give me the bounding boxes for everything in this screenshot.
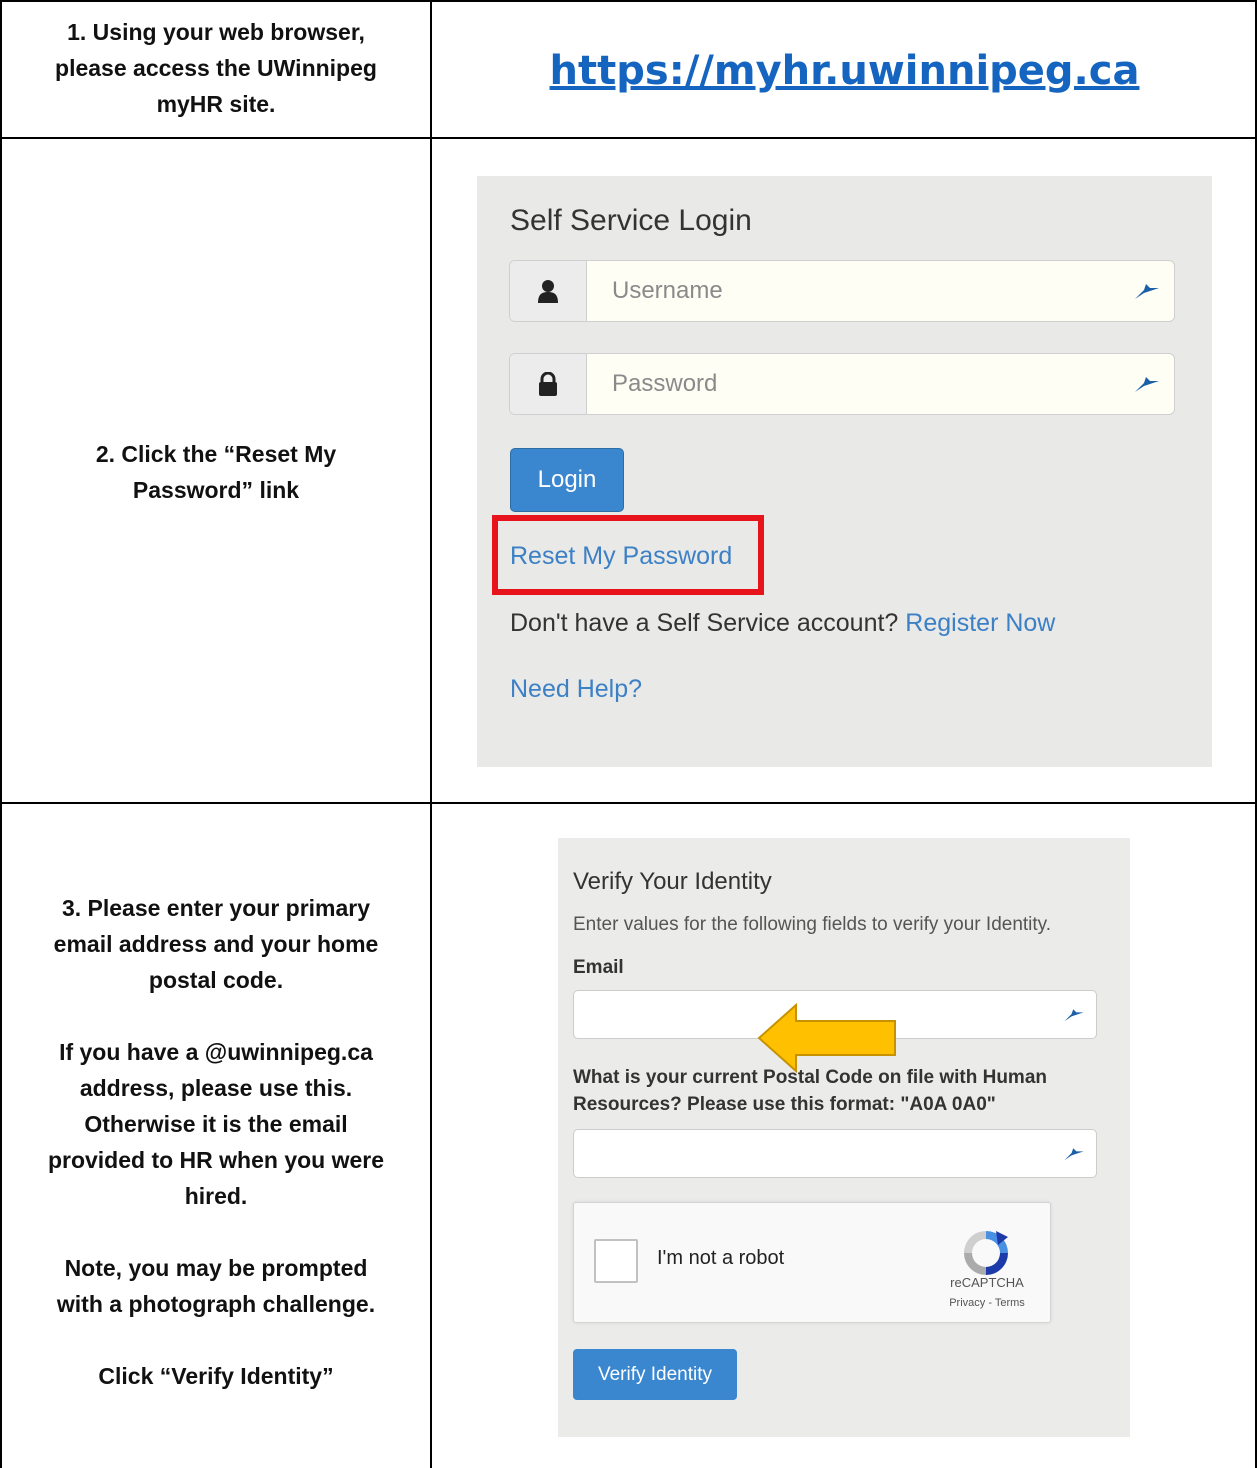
- step-1-instruction: 1. Using your web browser, please access…: [2, 14, 430, 122]
- step-2-line: 2. Click the “Reset My: [95, 441, 337, 467]
- user-icon: [510, 261, 587, 321]
- step-3-line: email address and your home: [53, 931, 379, 957]
- verify-identity-button[interactable]: Verify Identity: [573, 1349, 737, 1400]
- instruction-table: 1. Using your web browser, please access…: [0, 0, 1257, 1468]
- step-3-line: If you have a @uwinnipeg.ca: [59, 1039, 373, 1065]
- autofill-arrow-icon: [1064, 1009, 1084, 1022]
- step-3-instruction: 3. Please enter your primary email addre…: [2, 890, 430, 1394]
- step-3-line: Click “Verify Identity”: [98, 1363, 334, 1389]
- need-help-link[interactable]: Need Help?: [510, 675, 642, 704]
- autofill-arrow-icon: [1135, 284, 1159, 299]
- lock-icon: [510, 354, 587, 414]
- recaptcha-brand: reCAPTCHA: [950, 1275, 1024, 1290]
- postal-code-label-line: Resources? Please use this format: "A0A …: [573, 1094, 996, 1115]
- table-border-top: [0, 0, 1257, 2]
- password-input[interactable]: Password: [509, 353, 1175, 415]
- step-1-line: myHR site.: [156, 91, 276, 117]
- recaptcha-logo-icon: [964, 1231, 1008, 1275]
- step-3-line: with a photograph challenge.: [56, 1291, 376, 1317]
- login-button[interactable]: Login: [510, 448, 624, 512]
- pointer-arrow-icon: [757, 1002, 896, 1074]
- step-1-line: 1. Using your web browser,: [67, 19, 365, 45]
- recaptcha-widget: I'm not a robot reCAPTCHA Privacy - Term…: [573, 1202, 1051, 1323]
- step-2-line: Password” link: [132, 477, 300, 503]
- step-3-line: [2, 1214, 430, 1250]
- step-3-line: address, please use this.: [79, 1075, 353, 1101]
- email-label: Email: [573, 957, 624, 978]
- step-3-line: 3. Please enter your primary: [61, 895, 371, 921]
- register-now-link[interactable]: Register Now: [905, 609, 1055, 637]
- verify-identity-panel: Verify Your Identity Enter values for th…: [558, 838, 1130, 1437]
- step-3-line: provided to HR when you were: [47, 1147, 385, 1173]
- step-3-line: hired.: [184, 1183, 248, 1209]
- self-service-login-panel: Self Service Login Username Password Log…: [477, 176, 1212, 767]
- step-3-line: Note, you may be prompted: [64, 1255, 368, 1281]
- step-3-line: [2, 998, 430, 1034]
- step-1-line: please access the UWinnipeg: [55, 55, 377, 81]
- username-input[interactable]: Username: [509, 260, 1175, 322]
- step-3-line: Otherwise it is the email: [84, 1111, 348, 1137]
- recaptcha-checkbox[interactable]: [594, 1239, 638, 1283]
- table-row-divider-1: [0, 137, 1257, 139]
- autofill-arrow-icon: [1064, 1148, 1084, 1161]
- myhr-url-link[interactable]: https://myhr.uwinnipeg.ca: [432, 48, 1257, 94]
- login-title: Self Service Login: [510, 204, 752, 237]
- step-2-instruction: 2. Click the “Reset My Password” link: [2, 436, 430, 508]
- table-row-divider-2: [0, 802, 1257, 804]
- username-placeholder: Username: [612, 277, 723, 304]
- verify-description: Enter values for the following fields to…: [573, 914, 1052, 935]
- recaptcha-terms-link[interactable]: Privacy - Terms: [942, 1297, 1032, 1309]
- password-placeholder: Password: [612, 370, 718, 397]
- autofill-arrow-icon: [1135, 377, 1159, 392]
- reset-password-link[interactable]: Reset My Password: [510, 542, 732, 571]
- recaptcha-label: I'm not a robot: [657, 1247, 785, 1269]
- step-3-line: postal code.: [148, 967, 284, 993]
- table-column-divider: [430, 0, 432, 1468]
- step-3-line: [2, 1322, 430, 1358]
- register-prompt: Don't have a Self Service account?: [510, 609, 899, 637]
- register-line: Don't have a Self Service account? Regis…: [510, 609, 1055, 638]
- postal-code-field[interactable]: [573, 1129, 1097, 1178]
- verify-title: Verify Your Identity: [573, 868, 772, 895]
